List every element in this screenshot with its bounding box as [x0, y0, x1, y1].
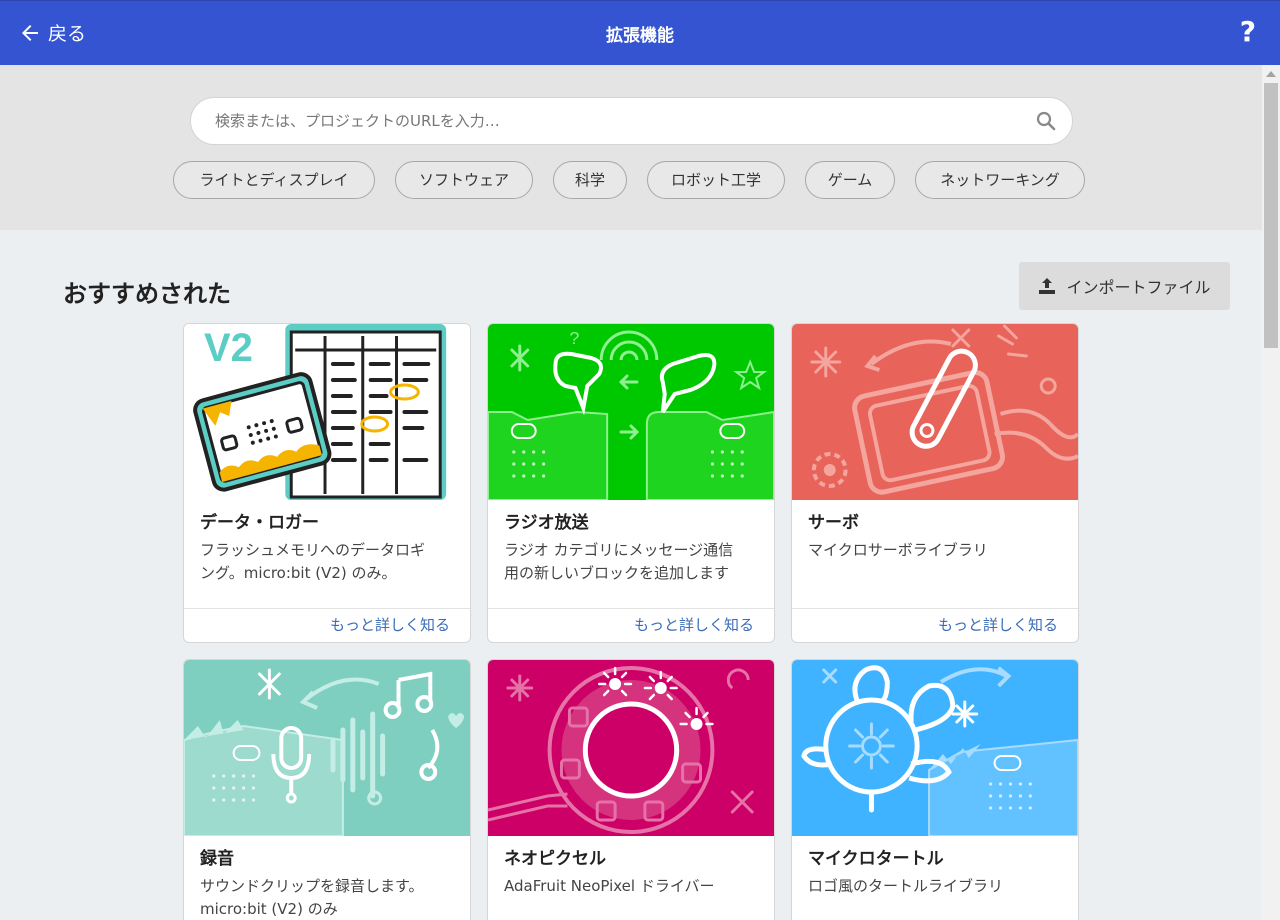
- extension-card-neopixel[interactable]: ネオピクセル AdaFruit NeoPixel ドライバー: [487, 659, 775, 920]
- extension-card-radio-broadcast[interactable]: ? ラジオ放送 ラジオ カテゴリにメッセージ通信 用の新しいブロックを追加します…: [487, 323, 775, 643]
- card-title: 録音: [200, 849, 234, 869]
- card-description-line: マイクロサーボライブラリ: [808, 541, 988, 559]
- servo-image: [792, 324, 1078, 500]
- scrollbar[interactable]: [1262, 65, 1280, 920]
- card-title: ネオピクセル: [504, 849, 606, 869]
- category-list: ライトとディスプレイ ソフトウェア 科学 ロボット工学 ゲーム ネットワーキング: [0, 161, 1262, 199]
- extension-card-servo[interactable]: サーボ マイクロサーボライブラリ もっと詳しく知る: [791, 323, 1079, 643]
- search-input[interactable]: [215, 98, 1015, 144]
- learn-more-link[interactable]: もっと詳しく知る: [488, 608, 774, 642]
- search-box: [190, 97, 1073, 145]
- card-title: サーボ: [808, 513, 859, 533]
- category-software[interactable]: ソフトウェア: [395, 161, 533, 199]
- learn-more-link[interactable]: もっと詳しく知る: [184, 608, 470, 642]
- card-description: ラジオ カテゴリにメッセージ通信 用の新しいブロックを追加します: [504, 539, 758, 585]
- scroll-thumb[interactable]: [1264, 83, 1278, 348]
- card-title: マイクロタートル: [808, 849, 944, 869]
- card-description-line: 用の新しいブロックを追加します: [504, 564, 730, 582]
- extension-card-microturtle[interactable]: マイクロタートル ロゴ風のタートルライブラリ: [791, 659, 1079, 920]
- card-description-line: ラジオ カテゴリにメッセージ通信: [504, 541, 734, 559]
- datalogger-image: V2: [184, 324, 470, 500]
- card-description: マイクロサーボライブラリ: [808, 539, 1062, 562]
- card-description: ロゴ風のタートルライブラリ: [808, 875, 1062, 898]
- microturtle-image: [792, 660, 1078, 836]
- svg-text:?: ?: [569, 328, 579, 348]
- card-description: サウンドクリップを録音します。 micro:bit (V2) のみ: [200, 875, 454, 920]
- card-title: ラジオ放送: [504, 513, 589, 533]
- extension-card-datalogger[interactable]: V2 データ・ロガー フラッシュメモリへのデータロギ ング。micro:bit …: [183, 323, 471, 643]
- v2-badge: V2: [204, 326, 253, 370]
- category-networking[interactable]: ネットワーキング: [915, 161, 1085, 199]
- card-description-line: フラッシュメモリへのデータロギ: [200, 541, 426, 559]
- learn-more-link[interactable]: もっと詳しく知る: [792, 608, 1078, 642]
- card-title: データ・ロガー: [200, 513, 319, 533]
- search-section: ライトとディスプレイ ソフトウェア 科学 ロボット工学 ゲーム ネットワーキング: [0, 65, 1262, 230]
- scroll-up-arrow-icon[interactable]: [1266, 71, 1276, 77]
- card-description: フラッシュメモリへのデータロギ ング。micro:bit (V2) のみ。: [200, 539, 454, 585]
- category-science[interactable]: 科学: [553, 161, 627, 199]
- card-description: AdaFruit NeoPixel ドライバー: [504, 875, 758, 898]
- page-title: 拡張機能: [606, 26, 674, 46]
- card-description-line: サウンドクリップを録音します。: [200, 877, 424, 895]
- section-title: おすすめされた: [63, 280, 231, 308]
- record-image: [184, 660, 470, 836]
- category-robotics[interactable]: ロボット工学: [647, 161, 785, 199]
- search-icon[interactable]: [1036, 111, 1056, 131]
- import-file-label: インポートファイル: [1066, 278, 1211, 297]
- card-description-line: AdaFruit NeoPixel ドライバー: [504, 877, 715, 895]
- neopixel-image: [488, 660, 774, 836]
- radio-broadcast-image: ?: [488, 324, 774, 500]
- top-bar: 戻る 拡張機能 ?: [0, 0, 1280, 65]
- category-games[interactable]: ゲーム: [805, 161, 895, 199]
- category-lights-display[interactable]: ライトとディスプレイ: [173, 161, 375, 199]
- card-description-line: ング。micro:bit (V2) のみ。: [200, 564, 397, 582]
- extension-card-record[interactable]: 録音 サウンドクリップを録音します。 micro:bit (V2) のみ: [183, 659, 471, 920]
- help-icon[interactable]: ?: [1240, 15, 1256, 48]
- upload-icon: [1039, 278, 1056, 294]
- card-description-line: micro:bit (V2) のみ: [200, 900, 338, 918]
- import-file-button[interactable]: インポートファイル: [1019, 262, 1230, 310]
- card-description-line: ロゴ風のタートルライブラリ: [808, 877, 1004, 895]
